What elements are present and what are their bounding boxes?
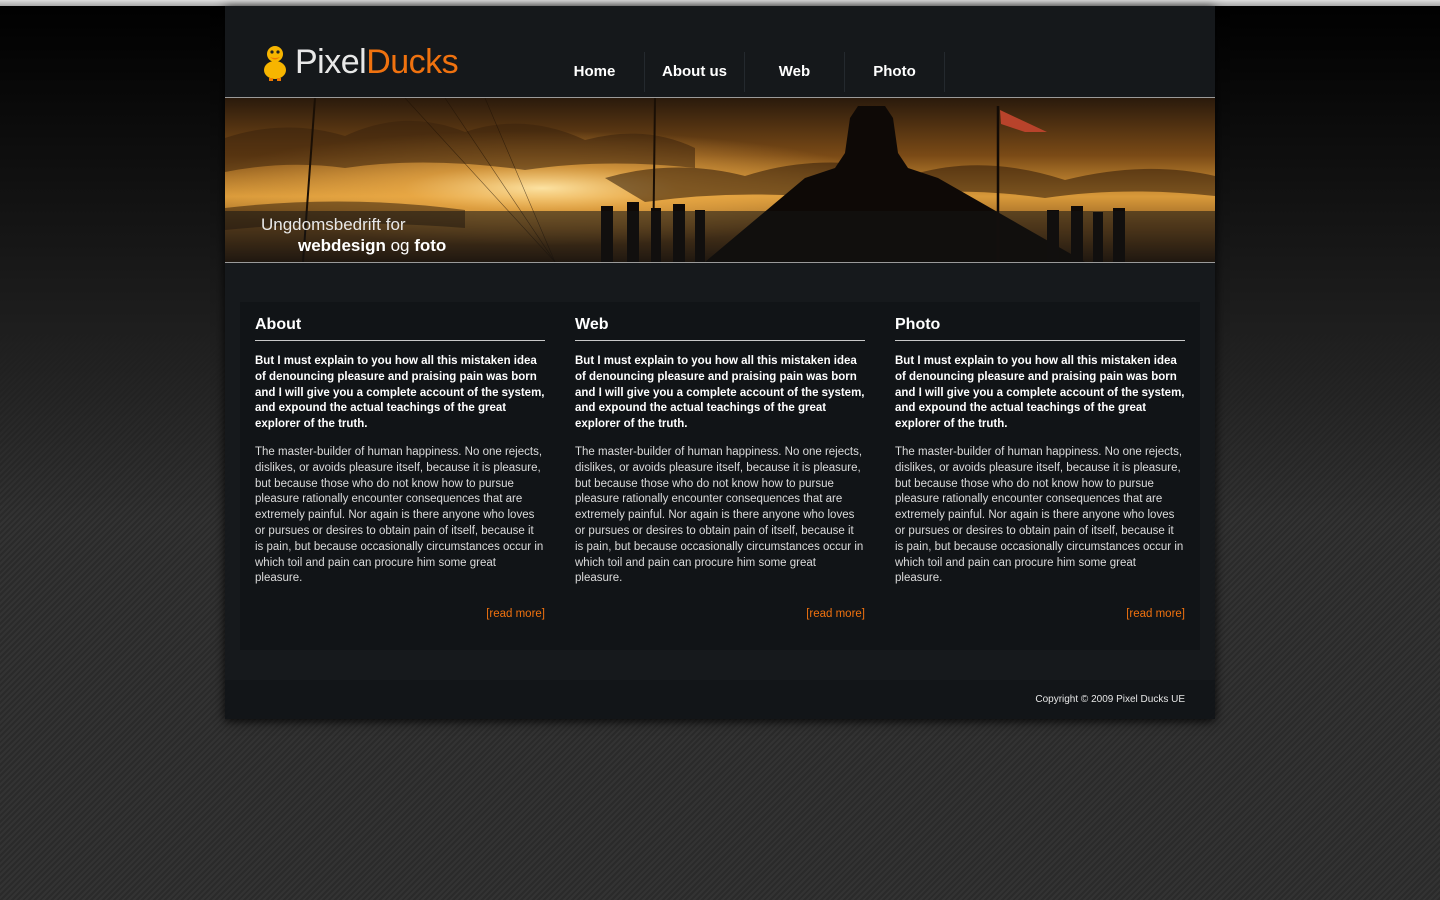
tagline-foto: foto (414, 236, 447, 255)
column-title: Web (575, 302, 865, 341)
column-body: The master-builder of human happiness. N… (255, 445, 544, 585)
column-lead: But I must explain to you how all this m… (255, 355, 545, 431)
column-lead: But I must explain to you how all this m… (895, 355, 1185, 431)
column-title: About (255, 302, 545, 341)
read-more-link[interactable]: [read more] (806, 608, 865, 620)
header: PixelDucks Home About us Web Photo (225, 6, 1215, 97)
nav-web[interactable]: Web (745, 52, 845, 92)
column-body: The master-builder of human happiness. N… (895, 445, 1184, 585)
nav-about-us[interactable]: About us (645, 52, 745, 92)
logo-text-pixel: Pixel (295, 43, 367, 81)
read-more-link[interactable]: [read more] (486, 608, 545, 620)
column-about: About But I must explain to you how all … (240, 302, 560, 650)
read-more-link[interactable]: [read more] (1126, 608, 1185, 620)
logo-text-ducks: Ducks (366, 43, 459, 81)
site-logo[interactable]: PixelDucks (261, 42, 459, 82)
logo-text: PixelDucks (295, 42, 459, 82)
hero-banner: Ungdomsbedrift for webdesign og foto (225, 97, 1215, 263)
nav-home[interactable]: Home (545, 52, 645, 92)
nav-photo[interactable]: Photo (845, 52, 945, 92)
column-lead: But I must explain to you how all this m… (575, 355, 865, 431)
column-web: Web But I must explain to you how all th… (560, 302, 880, 650)
footer: Copyright © 2009 Pixel Ducks UE (225, 680, 1215, 719)
tagline-og: og (385, 236, 415, 255)
content-columns: About But I must explain to you how all … (240, 302, 1200, 650)
column-photo: Photo But I must explain to you how all … (880, 302, 1200, 650)
tagline-webdesign: webdesign (298, 236, 386, 255)
column-body: The master-builder of human happiness. N… (575, 445, 864, 585)
site-container: PixelDucks Home About us Web Photo Ungdo… (225, 6, 1215, 719)
duck-icon (264, 46, 286, 81)
main-nav: Home About us Web Photo (545, 52, 945, 92)
tagline-line1: Ungdomsbedrift for (261, 215, 406, 234)
hero-tagline: Ungdomsbedrift for webdesign og foto (225, 211, 1215, 262)
copyright-text: Copyright © 2009 Pixel Ducks UE (1035, 694, 1185, 705)
tagline-line2: webdesign og foto (298, 236, 446, 256)
column-title: Photo (895, 302, 1185, 341)
